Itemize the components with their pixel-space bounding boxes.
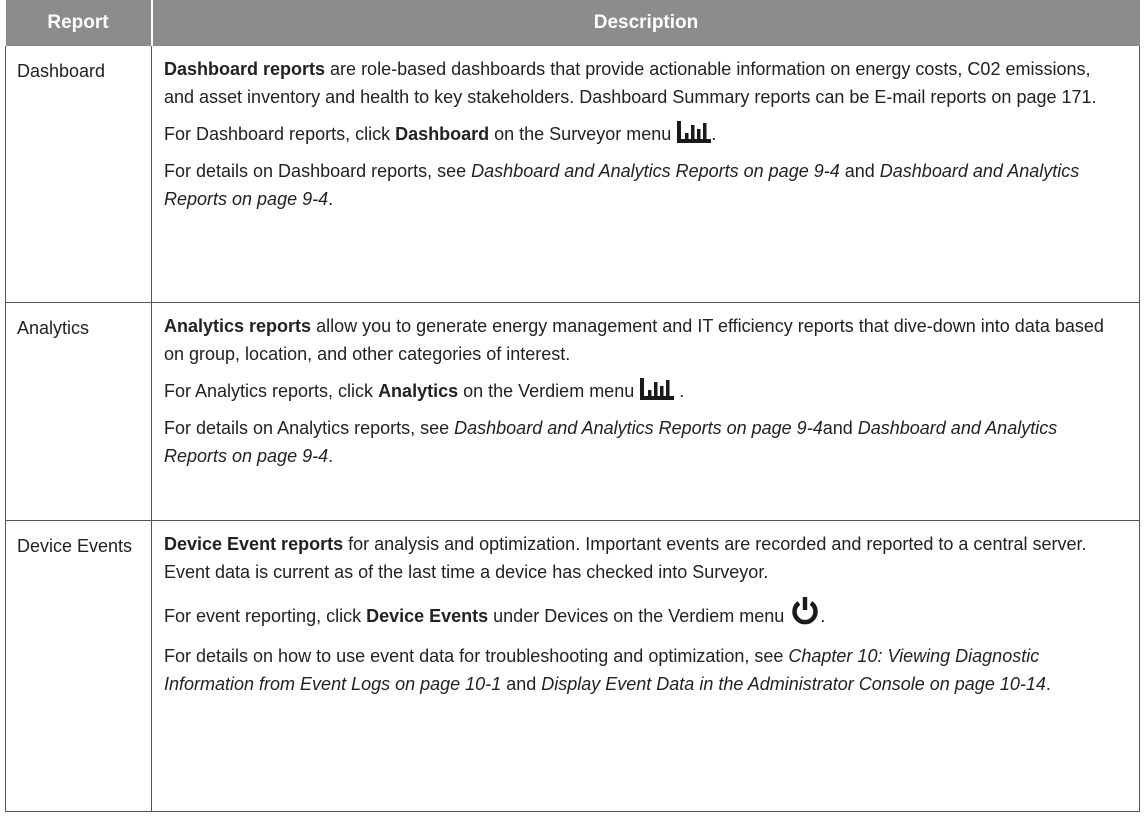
report-name: Device Events <box>5 520 152 812</box>
cross-reference: Display Event Data in the Administrator … <box>541 673 1046 694</box>
bar-chart-icon <box>640 377 675 400</box>
instruction-paragraph: For event reporting, click Device Events… <box>164 595 1125 633</box>
description-paragraph: Dashboard reports are role-based dashboa… <box>164 55 1125 111</box>
description-paragraph: Analytics reports allow you to generate … <box>164 312 1125 368</box>
report-title: Analytics reports <box>164 315 312 336</box>
details-text: and <box>839 161 880 181</box>
report-name: Dashboard <box>5 46 152 303</box>
menu-item-name: Dashboard <box>395 124 490 144</box>
bar-chart-icon <box>677 121 712 143</box>
details-text: and <box>501 673 542 694</box>
report-title: Dashboard reports <box>164 59 326 79</box>
header-description: Description <box>151 0 1140 46</box>
instruction-text: on the Surveyor menu <box>489 124 677 144</box>
report-name: Analytics <box>5 302 152 521</box>
punctuation: . <box>328 445 334 466</box>
table-row: Analytics Analytics reports allow you to… <box>5 302 1140 521</box>
punctuation: . <box>1045 673 1051 694</box>
details-paragraph: For details on how to use event data for… <box>164 642 1125 698</box>
table-row: Dashboard Dashboard reports are role-bas… <box>5 46 1140 303</box>
power-icon <box>790 595 820 633</box>
details-text: For details on Analytics reports, see <box>164 417 455 438</box>
menu-item-name: Analytics <box>378 380 459 401</box>
punctuation: . <box>328 189 334 209</box>
reports-table: Report Description Dashboard Dashboard r… <box>5 0 1140 812</box>
cross-reference: Dashboard and Analytics Reports on page … <box>471 161 840 181</box>
cross-reference: Dashboard and Analytics Reports on page … <box>454 417 823 438</box>
header-report: Report <box>5 0 153 46</box>
punctuation: . <box>674 380 685 401</box>
report-description: Analytics reports allow you to generate … <box>151 302 1140 521</box>
description-paragraph: Device Event reports for analysis and op… <box>164 530 1125 586</box>
table-header-row: Report Description <box>5 0 1140 46</box>
report-description: Device Event reports for analysis and op… <box>151 520 1140 812</box>
report-description: Dashboard reports are role-based dashboa… <box>151 46 1140 303</box>
table-row: Device Events Device Event reports for a… <box>5 520 1140 812</box>
details-text: and <box>822 417 858 438</box>
instruction-text: For Dashboard reports, click <box>164 124 396 144</box>
menu-item-name: Device Events <box>366 605 489 626</box>
instruction-text: under Devices on the Verdiem menu <box>488 605 790 626</box>
details-paragraph: For details on Dashboard reports, see Da… <box>164 157 1125 213</box>
instruction-paragraph: For Dashboard reports, click Dashboard o… <box>164 120 1125 148</box>
details-paragraph: For details on Analytics reports, see Da… <box>164 414 1125 470</box>
instruction-text: on the Verdiem menu <box>458 380 640 401</box>
instruction-text: For Analytics reports, click <box>164 380 379 401</box>
instruction-paragraph: For Analytics reports, click Analytics o… <box>164 377 1125 405</box>
instruction-text: For event reporting, click <box>164 605 367 626</box>
punctuation: . <box>820 605 826 626</box>
details-text: For details on how to use event data for… <box>164 645 789 666</box>
punctuation: . <box>711 124 717 144</box>
report-title: Device Event reports <box>164 533 344 554</box>
details-text: For details on Dashboard reports, see <box>164 161 472 181</box>
